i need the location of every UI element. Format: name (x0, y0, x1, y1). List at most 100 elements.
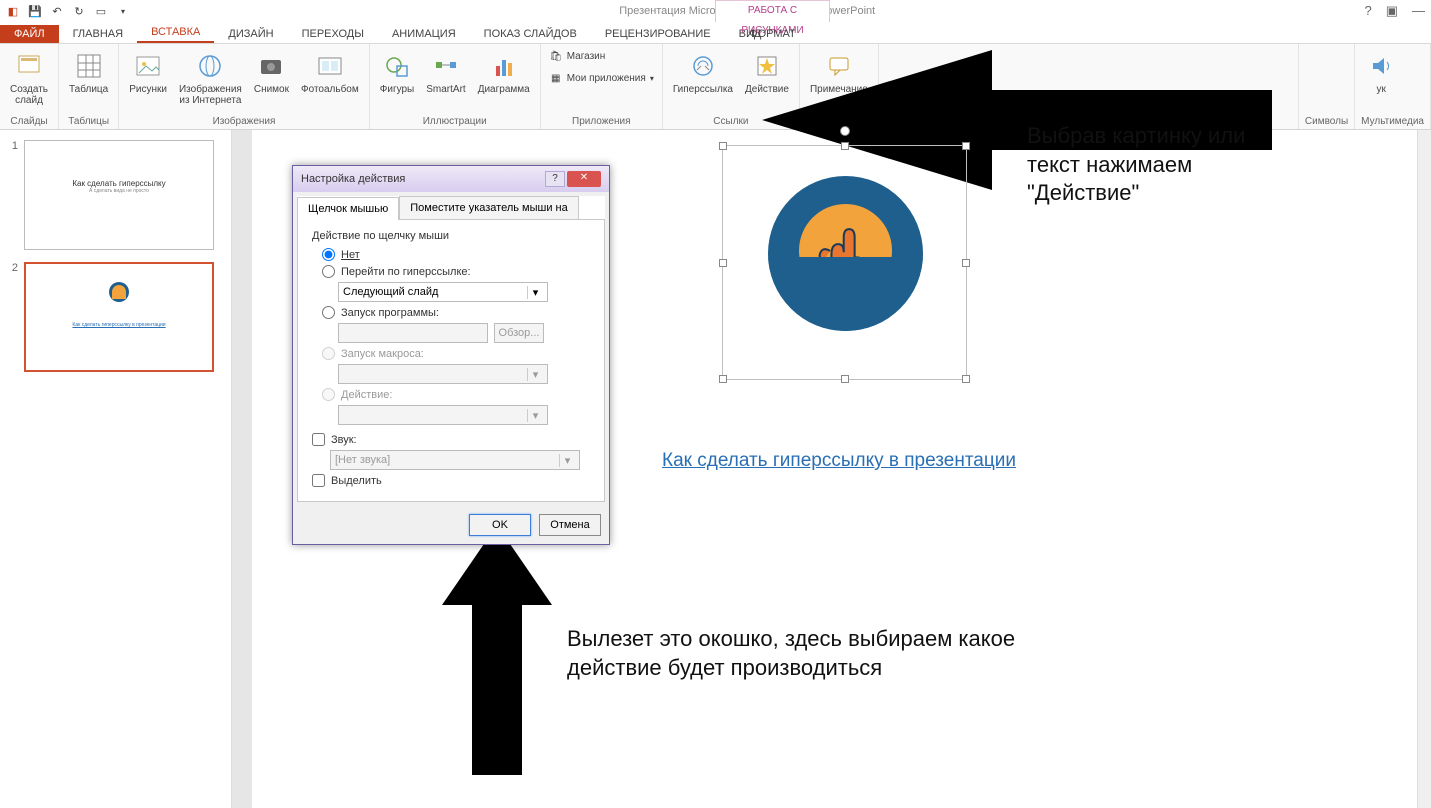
macro-select: ▾ (338, 364, 548, 384)
radio-hyperlink-input[interactable] (322, 265, 335, 278)
dialog-tab-click[interactable]: Щелчок мышью (297, 197, 399, 220)
save-icon[interactable]: 💾 (28, 4, 42, 18)
audio-icon (1365, 50, 1397, 82)
tab-transitions[interactable]: ПЕРЕХОДЫ (288, 25, 378, 43)
chevron-down-icon: ▾ (527, 286, 543, 299)
radio-none-input[interactable] (322, 248, 335, 261)
qat-dropdown-icon[interactable]: ▾ (116, 4, 130, 18)
tab-insert[interactable]: ВСТАВКА (137, 23, 214, 43)
radio-hyperlink[interactable]: Перейти по гиперссылке: (322, 265, 590, 278)
smartart-icon (430, 50, 462, 82)
browse-button: Обзор... (494, 323, 544, 343)
tab-review[interactable]: РЕЦЕНЗИРОВАНИЕ (591, 25, 725, 43)
resize-handle[interactable] (841, 142, 849, 150)
online-pictures-icon (194, 50, 226, 82)
tab-file[interactable]: ФАЙЛ (0, 25, 59, 43)
dialog-group-label: Действие по щелчку мыши (312, 230, 590, 242)
resize-handle[interactable] (719, 142, 727, 150)
slide-panel[interactable]: 1 Как сделать гиперссылку А сделать вида… (0, 130, 232, 808)
action-select: ▾ (338, 405, 548, 425)
resize-handle[interactable] (962, 142, 970, 150)
radio-action-input (322, 388, 335, 401)
tab-design[interactable]: ДИЗАЙН (214, 25, 287, 43)
chart-icon (488, 50, 520, 82)
minimize-icon[interactable]: — (1412, 3, 1425, 19)
annotation-text-2: Вылезет это окошко, здесь выбираем какое… (567, 625, 1037, 682)
hyperlink-select[interactable]: Следующий слайд▾ (338, 282, 548, 302)
picture-tools-context: РАБОТА С РИСУНКАМИ (715, 0, 830, 22)
title-bar: ◧ 💾 ↶ ↻ ▭ ▾ Презентация Microsoft PowerP… (0, 0, 1431, 22)
audio-button[interactable]: ук (1361, 48, 1401, 97)
radio-none[interactable]: Нет (322, 248, 590, 261)
selected-picture[interactable] (722, 145, 967, 380)
vertical-scrollbar[interactable] (1417, 130, 1431, 808)
shapes-button[interactable]: Фигуры (376, 48, 418, 97)
group-slides-label: Слайды (6, 116, 52, 129)
redo-icon[interactable]: ↻ (72, 4, 86, 18)
slide-thumbnail-2[interactable]: Как сделать гиперссылку в презентации (24, 262, 214, 372)
photo-album-icon (314, 50, 346, 82)
radio-action: Действие: (322, 388, 590, 401)
dialog-title: Настройка действия (301, 173, 405, 185)
checkbox-highlight-input[interactable] (312, 474, 325, 487)
table-button[interactable]: Таблица (65, 48, 112, 97)
thumb-number: 1 (8, 140, 18, 250)
chevron-down-icon: ▾ (527, 409, 543, 422)
dialog-titlebar[interactable]: Настройка действия ? ✕ (293, 166, 609, 192)
slide-canvas-area: Выбрав картинку или текст нажимаем "Дейс… (232, 130, 1431, 808)
dialog-help-button[interactable]: ? (545, 171, 565, 187)
chevron-down-icon: ▾ (527, 368, 543, 381)
ribbon-display-icon[interactable]: ▣ (1386, 3, 1398, 19)
slideshow-icon[interactable]: ▭ (94, 4, 108, 18)
cancel-button[interactable]: Отмена (539, 514, 601, 536)
checkbox-highlight[interactable]: Выделить (312, 474, 590, 487)
resize-handle[interactable] (841, 375, 849, 383)
tab-animations[interactable]: АНИМАЦИЯ (378, 25, 470, 43)
resize-handle[interactable] (962, 375, 970, 383)
online-pictures-button[interactable]: Изображения из Интернета (175, 48, 246, 108)
hyperlink-icon (687, 50, 719, 82)
action-settings-dialog: Настройка действия ? ✕ Щелчок мышью Поме… (292, 165, 610, 545)
radio-program-input[interactable] (322, 306, 335, 319)
radio-macro: Запуск макроса: (322, 347, 590, 360)
dialog-tab-hover[interactable]: Поместите указатель мыши на (399, 196, 579, 219)
resize-handle[interactable] (719, 259, 727, 267)
table-icon (73, 50, 105, 82)
my-apps-button[interactable]: ▦Мои приложения ▾ (547, 70, 656, 86)
slide-hyperlink[interactable]: Как сделать гиперссылку в презентации (662, 450, 1016, 472)
photo-album-button[interactable]: Фотоальбом (297, 48, 363, 97)
undo-icon[interactable]: ↶ (50, 4, 64, 18)
tab-home[interactable]: ГЛАВНАЯ (59, 25, 137, 43)
checkbox-sound-input[interactable] (312, 433, 325, 446)
smartart-button[interactable]: SmartArt (422, 48, 469, 97)
ok-button[interactable]: OK (469, 514, 531, 536)
pictures-icon (132, 50, 164, 82)
sound-select: [Нет звука]▾ (330, 450, 580, 470)
help-icon[interactable]: ? (1364, 3, 1371, 19)
screenshot-button[interactable]: Снимок (250, 48, 293, 97)
resize-handle[interactable] (962, 259, 970, 267)
program-path-input (338, 323, 488, 343)
group-illustrations-label: Иллюстрации (376, 116, 534, 129)
dialog-close-button[interactable]: ✕ (567, 171, 601, 187)
annotation-arrow-up (442, 525, 552, 775)
chevron-down-icon: ▾ (559, 454, 575, 467)
rotate-handle[interactable] (840, 126, 850, 136)
pictures-button[interactable]: Рисунки (125, 48, 171, 97)
radio-program[interactable]: Запуск программы: (322, 306, 590, 319)
store-icon: 🛍 (549, 49, 563, 63)
new-slide-icon (13, 50, 45, 82)
new-slide-button[interactable]: Создать слайд (6, 48, 52, 108)
group-symbols-label: Символы (1305, 116, 1348, 129)
tab-slideshow[interactable]: ПОКАЗ СЛАЙДОВ (470, 25, 591, 43)
hyperlink-button[interactable]: Гиперссылка (669, 48, 737, 97)
slide[interactable]: Выбрав картинку или текст нажимаем "Дейс… (252, 130, 1431, 808)
thumb-logo-icon (109, 282, 129, 302)
checkbox-sound[interactable]: Звук: (312, 433, 590, 446)
store-button[interactable]: 🛍Магазин (547, 48, 608, 64)
chart-button[interactable]: Диаграмма (474, 48, 534, 97)
shapes-icon (381, 50, 413, 82)
slide-thumbnail-1[interactable]: Как сделать гиперссылку А сделать вида н… (24, 140, 214, 250)
screenshot-icon (255, 50, 287, 82)
resize-handle[interactable] (719, 375, 727, 383)
